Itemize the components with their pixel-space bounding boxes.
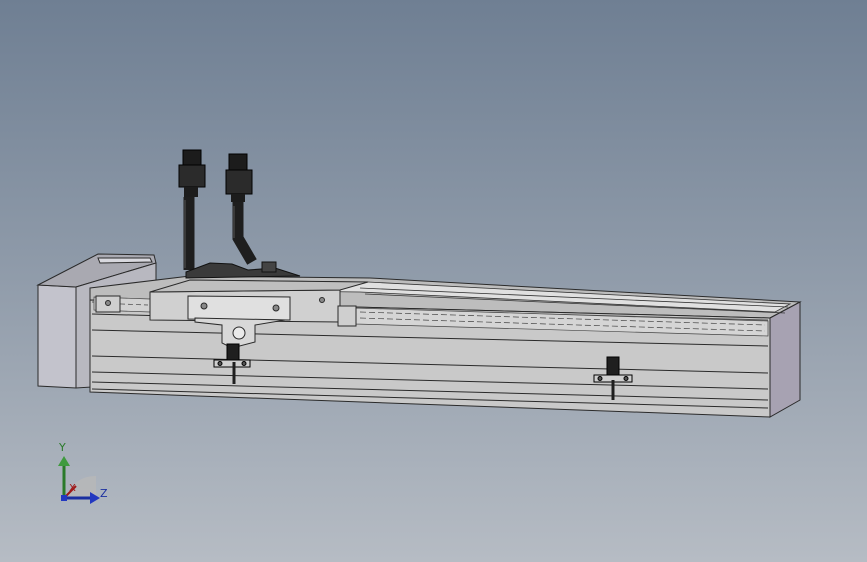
cable-bracket: [185, 261, 301, 279]
triad-x-label: X: [69, 483, 76, 494]
triad-y-label: Y: [59, 441, 66, 454]
linear-module-model[interactable]: [0, 0, 867, 562]
triad-z-label: Z: [100, 487, 108, 500]
coordinate-triad-icon: [58, 456, 100, 504]
motor-cable-right[interactable]: [225, 153, 257, 265]
graphics-area[interactable]: Y X Z: [0, 0, 867, 562]
motor-cable-left[interactable]: [178, 149, 206, 270]
